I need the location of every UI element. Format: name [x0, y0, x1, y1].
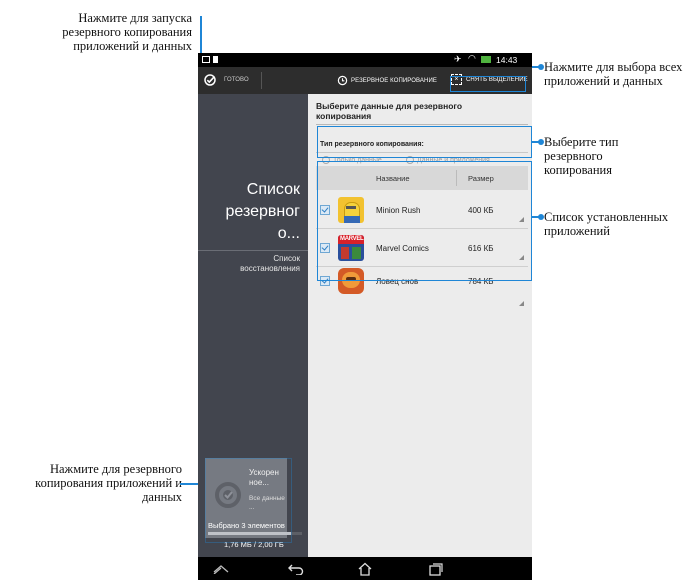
action-divider [261, 72, 262, 89]
backup-icon [337, 75, 348, 86]
backup-label: резервное копирование [351, 77, 437, 84]
pointer-select-all-dot [538, 64, 544, 70]
back-icon[interactable] [288, 563, 304, 575]
sd-card-icon [213, 56, 218, 63]
installed-list-highlight [317, 161, 532, 281]
annotation-backup-tile: Нажмите для резервного копирования прило… [35, 462, 182, 504]
backup-tile-highlight [205, 458, 292, 543]
battery-icon [481, 56, 491, 63]
wifi-icon: ◠ [468, 53, 476, 63]
airplane-mode-icon: ✈ [454, 54, 462, 64]
status-bar: ✈ ◠ 14:43 [198, 53, 532, 67]
expand-corner-icon[interactable] [519, 301, 524, 306]
deselect-highlight [450, 76, 526, 92]
done-button[interactable]: готово [204, 74, 249, 86]
recent-apps-chevron-icon[interactable] [212, 564, 230, 574]
done-label: готово [224, 77, 249, 83]
select-data-heading: Выберите данные для резервного копирован… [316, 101, 463, 121]
backup-button[interactable]: резервное копирование [337, 75, 437, 86]
home-icon[interactable] [357, 562, 373, 576]
backup-type-highlight [317, 126, 532, 158]
panel-divider [198, 250, 308, 251]
pointer-installed-list-dot [538, 214, 544, 220]
recent-apps-icon[interactable] [429, 563, 443, 576]
navigation-bar [198, 557, 532, 580]
backup-list-title[interactable]: Список резервног о... [204, 179, 300, 245]
annotation-select-all: Нажмите для выбора всех приложений и дан… [544, 60, 683, 88]
status-time: 14:43 [496, 55, 518, 65]
restore-list-link[interactable]: Список восстановления [220, 254, 300, 274]
annotation-installed-list: Список установленных приложений [544, 210, 669, 238]
screenshot-icon [202, 56, 210, 63]
checkmark-circle-icon [204, 74, 216, 86]
heading-divider [316, 124, 528, 125]
annotation-backup-apps: Нажмите для запуска резервного копирован… [62, 11, 192, 53]
pointer-backup-type-dot [538, 139, 544, 145]
annotation-backup-type: Выберите тип резервного копирования [544, 135, 619, 177]
